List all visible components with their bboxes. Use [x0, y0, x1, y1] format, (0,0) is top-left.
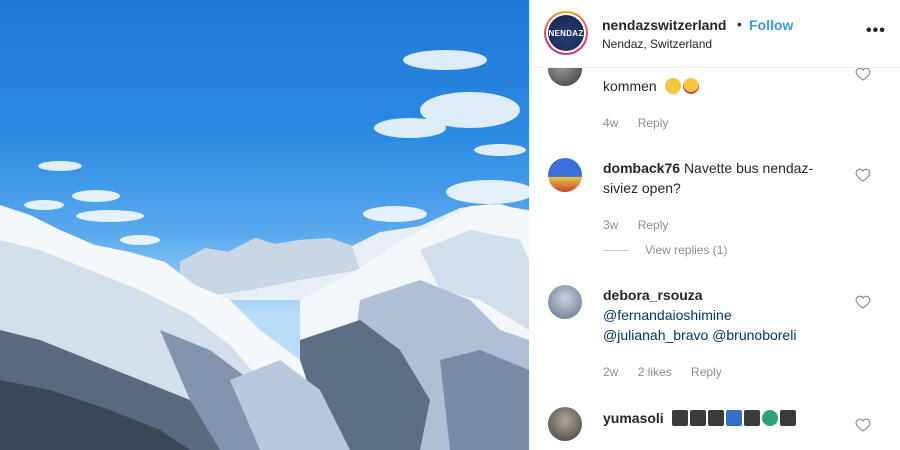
follow-button[interactable]: Follow — [749, 17, 793, 33]
separator-dot: • — [737, 16, 742, 32]
comment-text: debora_rsouza @fernandaioshimine @julian… — [603, 285, 853, 345]
like-heart-icon[interactable] — [855, 167, 871, 183]
profile-avatar[interactable]: NENDAZ — [544, 11, 588, 55]
commenter-avatar[interactable] — [548, 158, 582, 192]
post-photo[interactable] — [0, 0, 529, 450]
smiling-face-emoji — [664, 78, 681, 94]
mention-link[interactable]: @fernandaioshimine — [603, 307, 732, 323]
heart-eyes-emoji — [682, 78, 699, 94]
commenter-avatar[interactable] — [548, 407, 582, 441]
mountain-emoji — [707, 410, 724, 426]
ski-emoji — [725, 410, 742, 426]
post-username[interactable]: nendazswitzerland — [602, 17, 726, 33]
likes-count[interactable]: 2 likes — [638, 365, 672, 379]
post-location[interactable]: Nendaz, Switzerland — [602, 37, 712, 51]
comment-text: yumasoli — [603, 408, 853, 428]
comment-age: 4w — [603, 116, 619, 130]
mountain-emoji — [743, 410, 760, 426]
comment-meta: 4w Reply — [603, 116, 684, 130]
like-heart-icon[interactable] — [855, 66, 871, 82]
snowboarder-emoji — [689, 410, 706, 426]
reply-button[interactable]: Reply — [691, 365, 722, 379]
comment-text: domback76 Navette bus nendaz-siviez open… — [603, 160, 814, 196]
like-heart-icon[interactable] — [855, 294, 871, 310]
comment-age: 3w — [603, 218, 619, 232]
like-heart-icon[interactable] — [855, 417, 871, 433]
view-replies-line — [603, 250, 629, 252]
comment-text: kommen — [603, 76, 843, 96]
comment-age: 2w — [603, 365, 619, 379]
comments-panel: NENDAZ nendazswitzerland • Follow Nendaz… — [529, 0, 900, 450]
reply-button[interactable]: Reply — [638, 116, 669, 130]
mention-link[interactable]: @brunoboreli — [712, 327, 796, 343]
commenter-avatar[interactable] — [548, 285, 582, 319]
comment-username[interactable]: debora_rsouza — [603, 287, 703, 303]
post-header: NENDAZ nendazswitzerland • Follow Nendaz… — [529, 0, 900, 68]
comment-meta: 2w 2 likes Reply — [603, 365, 738, 379]
mention-link[interactable]: @julianah_bravo — [603, 327, 708, 343]
mountain-emoji — [779, 410, 796, 426]
more-options-icon[interactable]: ••• — [866, 22, 886, 42]
comment-username[interactable]: domback76 — [603, 160, 680, 176]
mountain-emoji — [671, 410, 688, 426]
reply-button[interactable]: Reply — [638, 218, 669, 232]
nendaz-logo: NENDAZ — [548, 15, 584, 51]
comment-username[interactable]: yumasoli — [603, 410, 664, 426]
helmet-emoji — [761, 410, 778, 426]
mountain-landscape-image — [0, 50, 529, 450]
comment-meta: 3w Reply — [603, 218, 684, 232]
view-replies-button[interactable]: View replies (1) — [603, 243, 727, 257]
